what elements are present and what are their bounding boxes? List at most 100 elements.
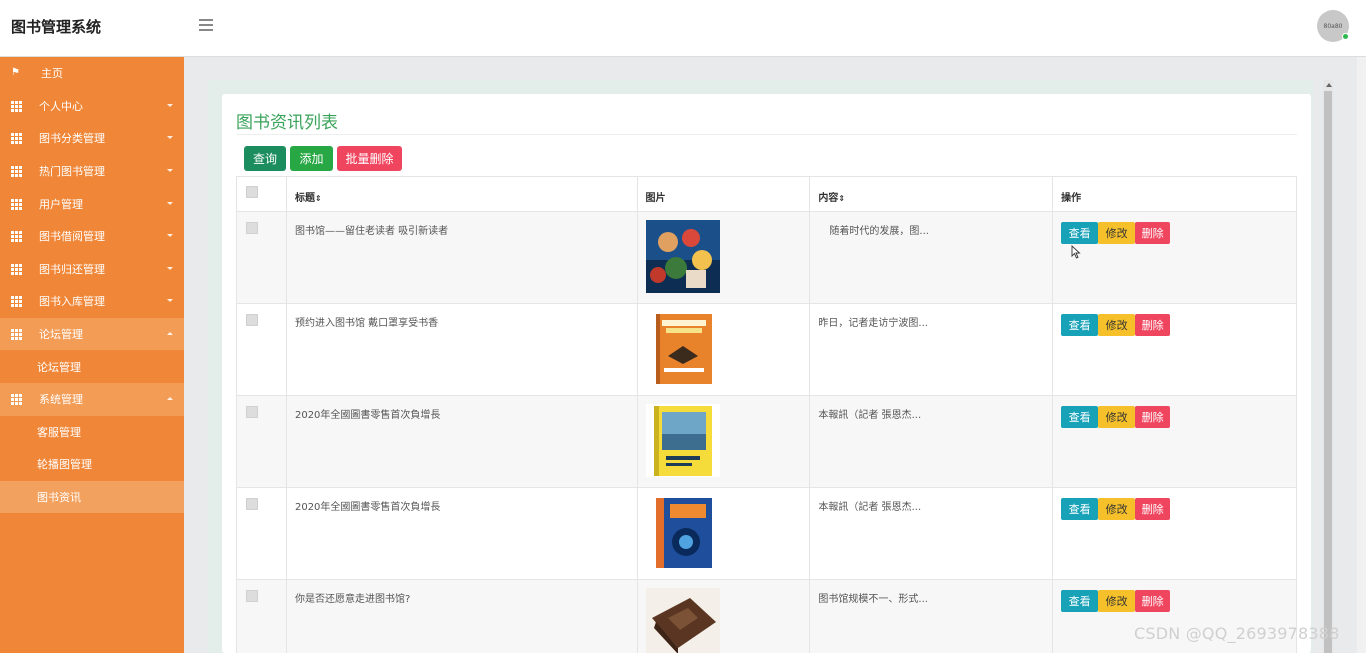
page-scrollbar[interactable]: [1357, 57, 1366, 653]
scrollbar-thumb[interactable]: [1324, 91, 1332, 653]
row-image: [636, 395, 811, 488]
sidebar-item-forum[interactable]: 论坛管理: [0, 317, 184, 351]
sidebar-item-label: 图书分类管理: [39, 132, 105, 146]
watermark-text: CSDN @QQ_2693978388: [1134, 624, 1340, 643]
row-title: 2020年全國圖書零售首次負增長: [285, 395, 638, 488]
edit-button[interactable]: 修改: [1098, 314, 1136, 336]
column-header-actions: 操作: [1052, 176, 1297, 212]
view-button[interactable]: 查看: [1061, 314, 1099, 336]
view-button[interactable]: 查看: [1061, 498, 1099, 520]
scroll-up-arrow-icon[interactable]: [1326, 83, 1332, 87]
caret-down-icon: [167, 266, 173, 270]
sidebar-item-system[interactable]: 系统管理: [0, 382, 184, 416]
sidebar: ⚑ 主页 个人中心 图书分类管理 热门图书管理 用户管理 图书借阅管理 图书归还…: [0, 57, 184, 653]
row-actions: 查看 修改 删除: [1052, 211, 1297, 304]
grid-icon: [11, 231, 22, 243]
column-header-title[interactable]: 标题⇕: [285, 176, 638, 212]
sidebar-item-label: 图书借阅管理: [39, 230, 105, 244]
caret-down-icon: [167, 136, 173, 140]
sidebar-item-users[interactable]: 用户管理: [0, 187, 184, 220]
grid-icon: [11, 100, 22, 112]
table-row: 2020年全國圖書零售首次負增長 本報訊（記者 張恩杰... 查看 修改 删除: [236, 395, 1297, 488]
row-image: [636, 303, 811, 396]
row-actions: 查看 修改 删除: [1052, 303, 1297, 396]
table-row: 2020年全國圖書零售首次負增長 本報訊（記者 張恩杰... 查看 修改 删除: [236, 487, 1297, 580]
caret-down-icon: [167, 201, 173, 205]
sidebar-item-label: 用户管理: [39, 197, 83, 211]
grid-icon: [11, 296, 22, 308]
table-header-row: 标题⇕ 图片 内容⇕ 操作: [236, 176, 1297, 212]
table-row: 图书馆——留住老读者 吸引新读者 随着时代的发展，图... 查看 修改 删除: [236, 211, 1297, 304]
sidebar-item-personal-center[interactable]: 个人中心: [0, 90, 184, 123]
select-all-checkbox[interactable]: [246, 186, 258, 198]
sidebar-subitem-forum-manage[interactable]: 论坛管理: [0, 350, 184, 383]
view-button[interactable]: 查看: [1061, 222, 1099, 244]
caret-down-icon: [167, 103, 173, 107]
sidebar-item-hot-books[interactable]: 热门图书管理: [0, 155, 184, 188]
sidebar-item-book-category[interactable]: 图书分类管理: [0, 122, 184, 155]
edit-button[interactable]: 修改: [1098, 498, 1136, 520]
sort-icon[interactable]: ⇕: [838, 194, 845, 203]
caret-up-icon: [167, 332, 173, 336]
column-header-content[interactable]: 内容⇕: [809, 176, 1054, 212]
mouse-cursor-icon: [1071, 245, 1081, 259]
view-button[interactable]: 查看: [1061, 406, 1099, 428]
sort-icon[interactable]: ⇕: [315, 194, 322, 203]
row-checkbox[interactable]: [246, 222, 258, 234]
sidebar-subitem-customer-service[interactable]: 客服管理: [0, 415, 184, 449]
row-actions: 查看 修改 删除: [1052, 395, 1297, 488]
batch-delete-button[interactable]: 批量删除: [337, 146, 402, 171]
flag-icon: ⚑: [11, 67, 20, 79]
news-table: 标题⇕ 图片 内容⇕ 操作 图书馆——留住老读者 吸引新读者 随着时代的发展，图…: [236, 176, 1297, 653]
sidebar-item-borrow[interactable]: 图书借阅管理: [0, 220, 184, 253]
sidebar-item-home[interactable]: ⚑ 主页: [0, 57, 184, 90]
sidebar-item-return[interactable]: 图书归还管理: [0, 253, 184, 286]
delete-button[interactable]: 删除: [1135, 314, 1171, 336]
row-checkbox[interactable]: [246, 590, 258, 602]
app-title: 图书管理系统: [11, 18, 102, 36]
sidebar-subitem-book-news[interactable]: 图书资讯: [0, 480, 184, 514]
sidebar-item-label: 主页: [41, 67, 63, 81]
edit-button[interactable]: 修改: [1098, 590, 1136, 612]
row-content: 本報訊（記者 張恩杰...: [809, 487, 1054, 580]
edit-button[interactable]: 修改: [1098, 222, 1136, 244]
caret-down-icon: [167, 169, 173, 173]
view-button[interactable]: 查看: [1061, 590, 1099, 612]
title-divider: [236, 134, 1297, 135]
row-checkbox[interactable]: [246, 406, 258, 418]
row-checkbox[interactable]: [246, 314, 258, 326]
sidebar-item-label: 图书归还管理: [39, 262, 105, 276]
query-button[interactable]: 查询: [244, 146, 286, 171]
edit-button[interactable]: 修改: [1098, 406, 1136, 428]
grid-icon: [11, 198, 22, 210]
row-image: [636, 579, 811, 653]
sidebar-subitem-carousel[interactable]: 轮播图管理: [0, 448, 184, 481]
row-content: 随着时代的发展，图...: [809, 211, 1054, 304]
grid-icon: [11, 166, 22, 178]
caret-down-icon: [167, 299, 173, 303]
grid-icon: [11, 329, 22, 341]
delete-button[interactable]: 删除: [1135, 222, 1171, 244]
caret-up-icon: [167, 397, 173, 401]
online-status-dot: [1342, 33, 1349, 40]
sidebar-item-label: 论坛管理: [39, 328, 83, 342]
sidebar-item-label: 系统管理: [39, 393, 83, 407]
old-book-image: [645, 588, 720, 653]
book-cover-image: [645, 312, 720, 385]
hamburger-icon[interactable]: [199, 19, 213, 31]
column-header-image: 图片: [636, 176, 811, 212]
grid-icon: [11, 133, 22, 145]
delete-button[interactable]: 删除: [1135, 406, 1171, 428]
row-title: 图书馆——留住老读者 吸引新读者: [285, 211, 638, 304]
sidebar-item-stock-in[interactable]: 图书入库管理: [0, 285, 184, 318]
grid-icon: [11, 394, 22, 406]
sidebar-item-label: 个人中心: [39, 99, 83, 113]
add-button[interactable]: 添加: [290, 146, 333, 171]
anime-poster-image: [645, 220, 720, 293]
row-checkbox[interactable]: [246, 498, 258, 510]
delete-button[interactable]: 删除: [1135, 590, 1171, 612]
book-cover-image: [645, 404, 720, 477]
delete-button[interactable]: 删除: [1135, 498, 1171, 520]
row-image: [636, 487, 811, 580]
row-content: 图书馆规模不一、形式...: [809, 579, 1054, 653]
